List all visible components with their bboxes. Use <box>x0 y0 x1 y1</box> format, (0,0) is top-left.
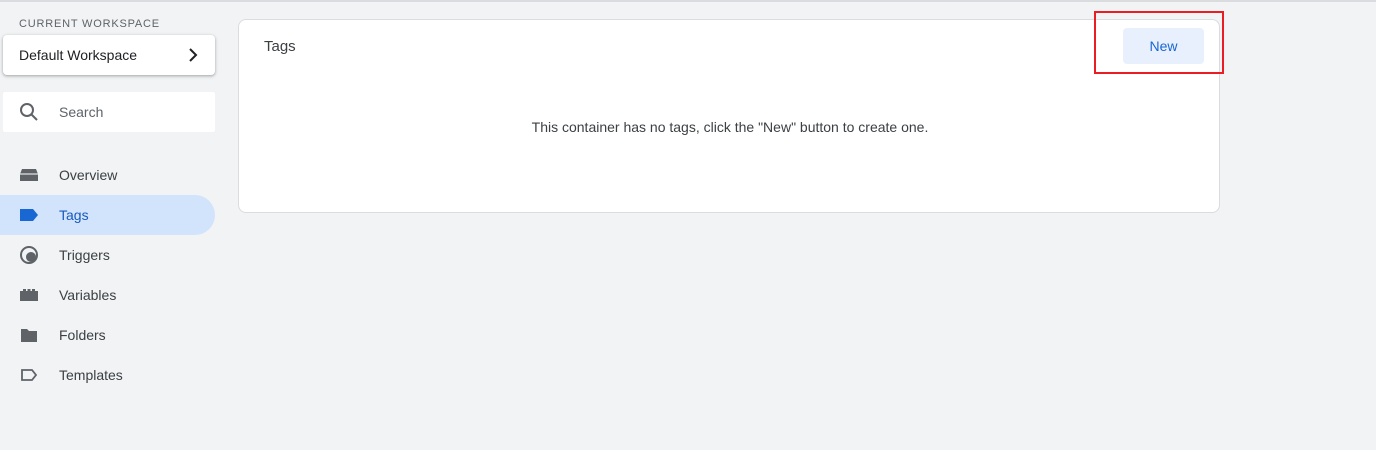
sidebar-item-folders[interactable]: Folders <box>0 315 215 355</box>
variables-icon <box>19 285 39 305</box>
sidebar-item-label: Folders <box>59 327 106 343</box>
empty-state-message: This container has no tags, click the "N… <box>531 119 929 135</box>
sidebar-item-tags[interactable]: Tags <box>0 195 215 235</box>
sidebar-item-overview[interactable]: Overview <box>0 155 215 195</box>
tags-card: Tags New This container has no tags, cli… <box>238 19 1220 213</box>
sidebar-item-templates[interactable]: Templates <box>0 355 215 395</box>
sidebar-item-label: Triggers <box>59 247 110 263</box>
sidebar: CURRENT WORKSPACE Default Workspace Over… <box>0 0 225 450</box>
workspace-selector[interactable]: Default Workspace <box>3 35 215 75</box>
folder-icon <box>19 325 39 345</box>
sidebar-item-label: Templates <box>59 367 123 383</box>
search-icon <box>19 102 39 122</box>
workspace-caption: CURRENT WORKSPACE <box>19 18 160 30</box>
overview-icon <box>19 165 39 185</box>
search-field[interactable] <box>3 92 215 132</box>
sidebar-item-label: Overview <box>59 167 118 183</box>
page-title: Tags <box>264 38 296 55</box>
template-icon <box>19 365 39 385</box>
tag-icon <box>19 205 39 225</box>
search-input[interactable] <box>59 104 209 120</box>
new-tag-button[interactable]: New <box>1123 28 1204 64</box>
workspace-name: Default Workspace <box>19 47 138 63</box>
sidebar-item-label: Variables <box>59 287 117 303</box>
trigger-icon <box>19 245 39 265</box>
sidebar-nav: Overview Tags Triggers Variables Folders <box>0 155 215 395</box>
chevron-right-icon <box>185 47 201 63</box>
sidebar-item-label: Tags <box>59 207 89 223</box>
sidebar-item-variables[interactable]: Variables <box>0 275 215 315</box>
sidebar-item-triggers[interactable]: Triggers <box>0 235 215 275</box>
